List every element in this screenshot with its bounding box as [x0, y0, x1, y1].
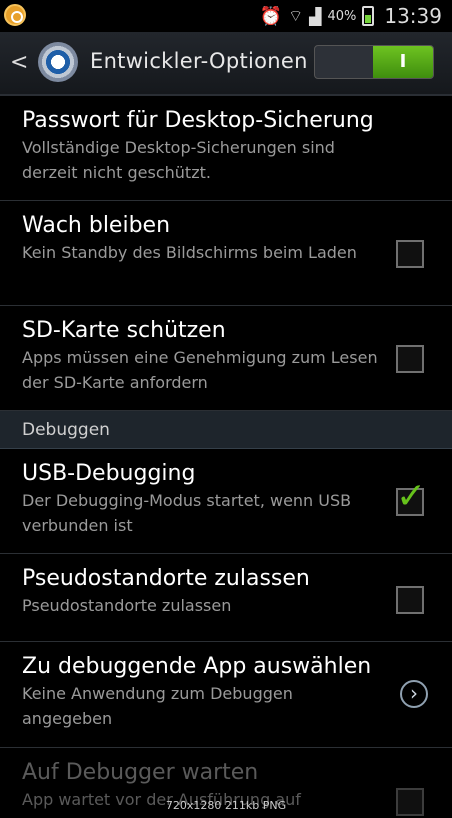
mock-locations-checkbox[interactable] [396, 586, 424, 614]
wifi-icon: ⌔ [288, 6, 304, 25]
item-title: USB-Debugging [22, 461, 196, 486]
status-bar: ⏰ ⌔ ▟ 40% 13:39 [0, 0, 452, 32]
image-info-watermark: 720x1280 211kb PNG [165, 799, 287, 812]
settings-gear-icon[interactable] [38, 42, 78, 82]
stay-awake-checkbox[interactable] [396, 240, 424, 268]
alarm-icon: ⏰ [259, 5, 283, 27]
item-stay-awake[interactable]: Wach bleiben Kein Standby des Bildschirm… [0, 201, 452, 306]
protect-sd-card-checkbox[interactable] [396, 345, 424, 373]
app-notification-icon[interactable] [4, 4, 26, 26]
item-title: SD-Karte schützen [22, 318, 226, 343]
item-title: Zu debuggende App auswählen [22, 654, 372, 679]
status-icons: ⏰ ⌔ ▟ 40% 13:39 [260, 4, 442, 28]
signal-icon: ▟ [309, 6, 322, 26]
item-subtitle: Vollständige Desktop-Sicherungen sind de… [22, 138, 335, 182]
item-protect-sd-card[interactable]: SD-Karte schützen Apps müssen eine Geneh… [0, 306, 452, 411]
item-title: Passwort für Desktop-Sicherung [22, 108, 374, 133]
item-desktop-backup-password[interactable]: Passwort für Desktop-Sicherung Vollständ… [0, 96, 452, 201]
section-header-debugging: Debuggen [0, 411, 452, 449]
chevron-right-icon[interactable]: › [400, 680, 428, 708]
settings-list: Passwort für Desktop-Sicherung Vollständ… [0, 96, 452, 818]
item-usb-debugging[interactable]: USB-Debugging Der Debugging-Modus starte… [0, 449, 452, 554]
battery-icon [362, 6, 375, 26]
clock: 13:39 [384, 4, 442, 28]
item-title: Pseudostandorte zulassen [22, 566, 310, 591]
page-title: Entwickler-Optionen [90, 49, 308, 73]
item-subtitle: Keine Anwendung zum Debuggen angegeben [22, 684, 293, 728]
item-title: Wach bleiben [22, 213, 171, 238]
item-subtitle: Pseudostandorte zulassen [22, 596, 232, 615]
action-bar: < Entwickler-Optionen I [0, 32, 452, 96]
item-subtitle: Der Debugging-Modus startet, wenn USB ve… [22, 491, 352, 535]
item-title: Auf Debugger warten [22, 760, 259, 785]
usb-debugging-checkbox[interactable] [396, 476, 426, 517]
item-select-debug-app[interactable]: Zu debuggende App auswählen Keine Anwend… [0, 642, 452, 748]
item-subtitle: Kein Standby des Bildschirms beim Laden [22, 243, 357, 262]
battery-percent: 40% [327, 8, 357, 24]
item-subtitle: Apps müssen eine Genehmigung zum Lesen d… [22, 348, 378, 392]
toggle-knob: I [373, 46, 433, 78]
item-mock-locations[interactable]: Pseudostandorte zulassen Pseudostandorte… [0, 554, 452, 642]
developer-options-toggle[interactable]: I [314, 45, 434, 79]
back-chevron-icon[interactable]: < [10, 50, 28, 75]
